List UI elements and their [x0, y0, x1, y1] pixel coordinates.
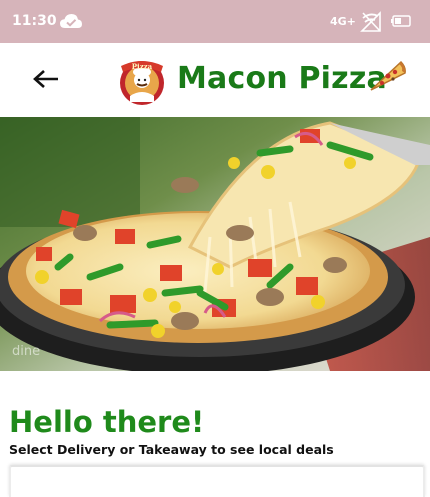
status-bar: 11:30 4G+ — [0, 0, 430, 43]
hero-pizza-image: dine — [0, 117, 430, 371]
network-type-label: 4G+ — [330, 15, 356, 28]
greeting-heading: Hello there! — [9, 405, 205, 439]
delivery-takeaway-selector[interactable] — [9, 465, 425, 497]
signal-icon — [360, 11, 381, 32]
battery-icon — [391, 15, 411, 27]
status-time: 11:30 — [12, 13, 57, 29]
delivery-prompt-text: Select Delivery or Takeaway to see local… — [9, 442, 334, 457]
pizza-slice-icon — [370, 60, 406, 91]
back-button[interactable] — [26, 61, 66, 97]
app-logo: Pizza — [120, 61, 164, 105]
arrow-left-icon — [33, 70, 58, 88]
image-watermark: dine — [12, 344, 40, 359]
cloud-icon — [60, 14, 82, 28]
logo-text: Pizza — [132, 62, 153, 71]
app-title: Macon Pizza — [177, 61, 387, 96]
